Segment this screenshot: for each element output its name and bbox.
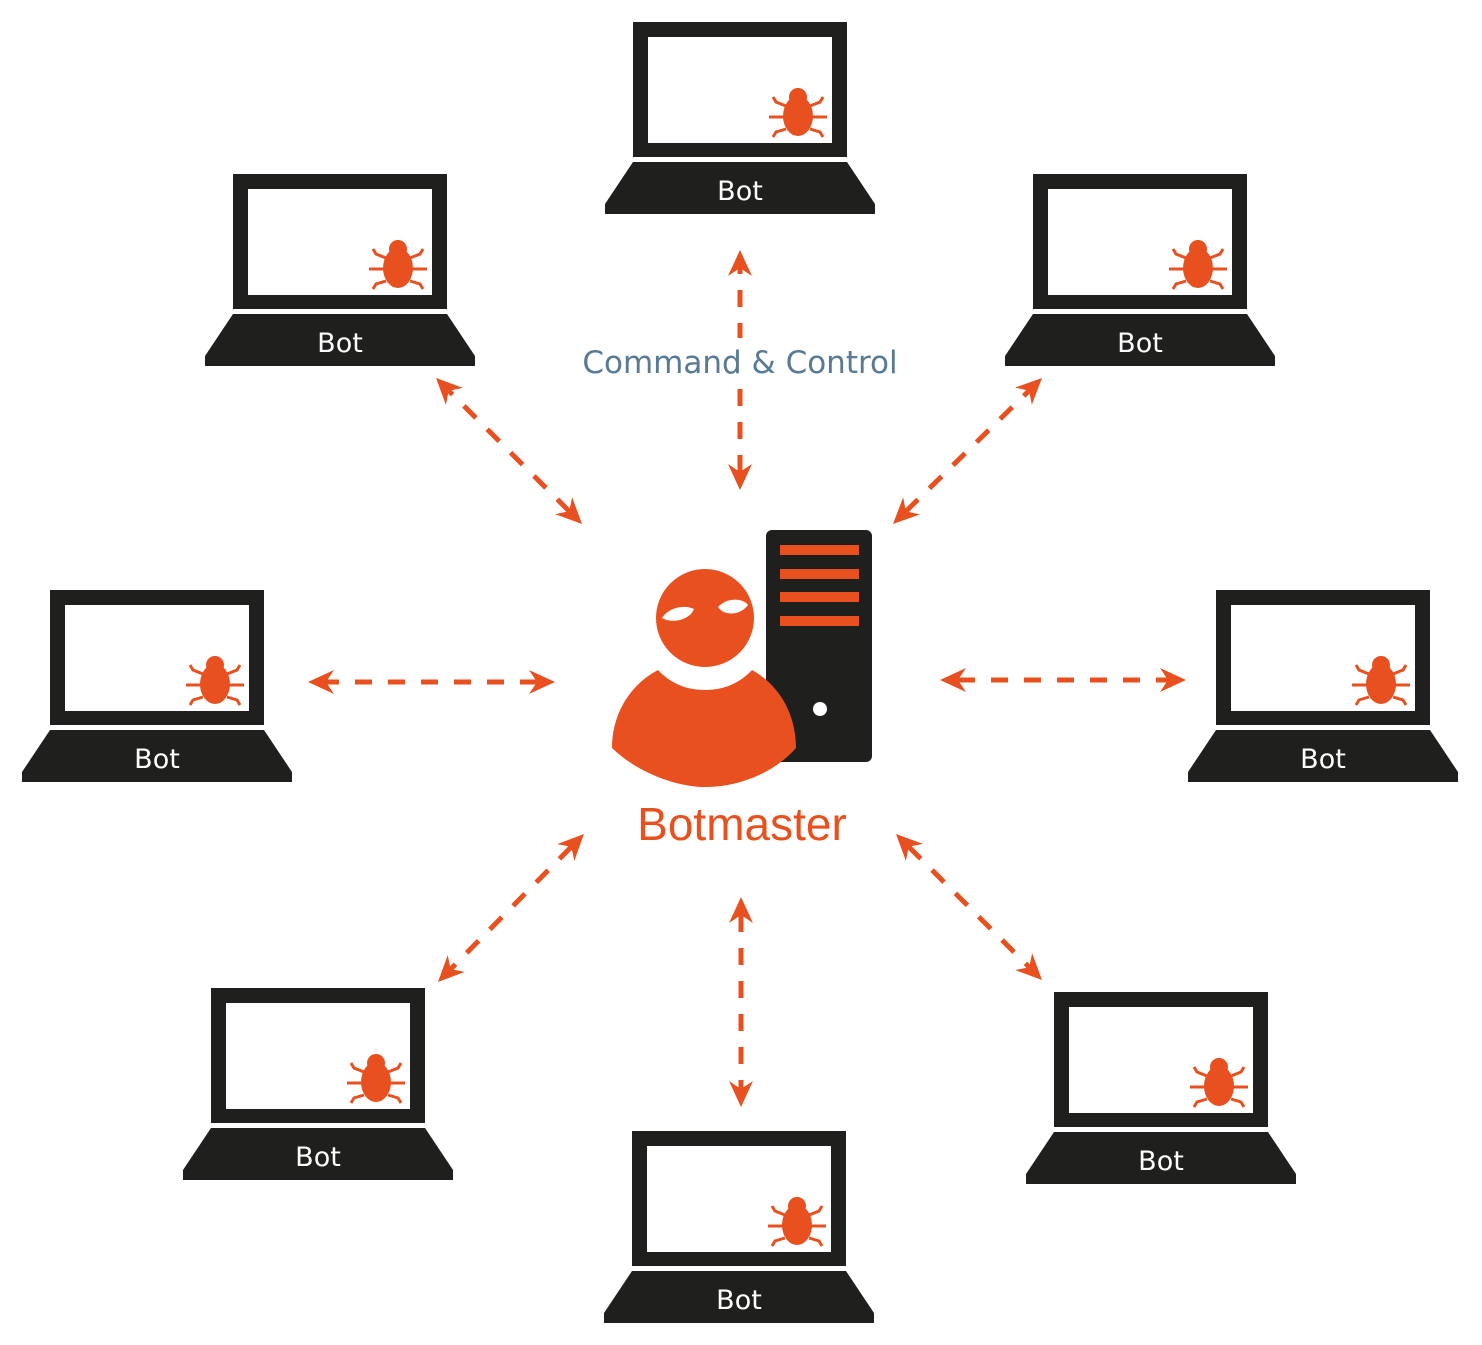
bot-bottom[interactable]: Bot [602,1129,876,1325]
arrow-top-right [893,378,1042,524]
diagram-canvas: Bot Bot Bot Bot Bot Bot Bot Bot Command … [20,20,1460,1325]
bot-bottom-left[interactable]: Bot [181,986,455,1182]
bot-label: Bot [134,744,180,775]
bot-top-right[interactable]: Bot [1003,172,1277,368]
bot-label: Bot [1300,744,1346,775]
bot-label: Bot [1117,328,1163,359]
arrow-bottom-left [438,834,584,982]
command-control-label: Command & Control [582,345,897,381]
bot-label: Bot [716,1285,762,1316]
arrow-right [940,668,1186,692]
bot-right[interactable]: Bot [1186,588,1460,784]
bot-bottom-right[interactable]: Bot [1024,990,1298,1186]
bot-left[interactable]: Bot [20,588,294,784]
bot-top-left[interactable]: Bot [203,172,477,368]
bot-label: Bot [717,176,763,207]
bot-label: Bot [317,328,363,359]
dashed-line [904,388,1031,514]
arrow-bottom [729,897,753,1107]
botmaster[interactable]: Botmaster [612,530,872,850]
botnet-diagram: Bot Bot Bot Bot Bot Bot Bot Bot Command … [0,0,1482,1345]
bot-label: Bot [295,1142,341,1173]
dashed-line [448,845,574,971]
bot-label: Bot [1138,1146,1184,1177]
arrow-bottom-right [896,834,1042,980]
bot-top[interactable]: Bot [603,20,877,216]
arrow-left [308,670,555,694]
botmaster-label: Botmaster [637,798,847,850]
dashed-line [906,844,1032,970]
dashed-line [446,388,572,514]
arrow-top-left [436,378,582,524]
